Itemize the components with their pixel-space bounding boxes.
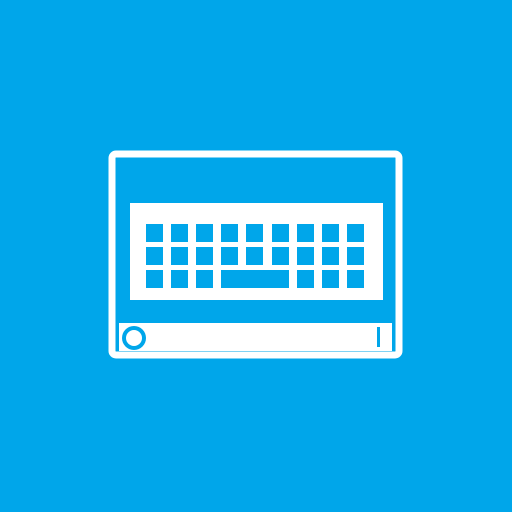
keyboard-keys	[146, 224, 364, 288]
key	[146, 270, 163, 288]
key	[171, 247, 188, 265]
key	[297, 224, 314, 242]
key	[171, 224, 188, 242]
start-circle-inner	[126, 330, 142, 346]
key	[322, 247, 339, 265]
key	[146, 247, 163, 265]
key	[196, 224, 213, 242]
key	[347, 270, 364, 288]
key	[272, 224, 289, 242]
taskbar-inner	[151, 327, 377, 347]
taskbar-divider	[377, 327, 380, 347]
key	[322, 224, 339, 242]
key	[246, 224, 263, 242]
on-screen-keyboard-icon	[108, 150, 403, 359]
app-tile[interactable]	[0, 0, 512, 512]
key	[347, 224, 364, 242]
key	[146, 224, 163, 242]
key	[196, 247, 213, 265]
key	[196, 270, 213, 288]
key	[272, 247, 289, 265]
key	[246, 247, 263, 265]
key	[347, 247, 364, 265]
taskbar-end-mark	[383, 327, 386, 347]
key	[221, 224, 238, 242]
key	[297, 247, 314, 265]
key	[221, 247, 238, 265]
space-bar-key	[221, 270, 289, 288]
key	[297, 270, 314, 288]
key	[171, 270, 188, 288]
key	[322, 270, 339, 288]
